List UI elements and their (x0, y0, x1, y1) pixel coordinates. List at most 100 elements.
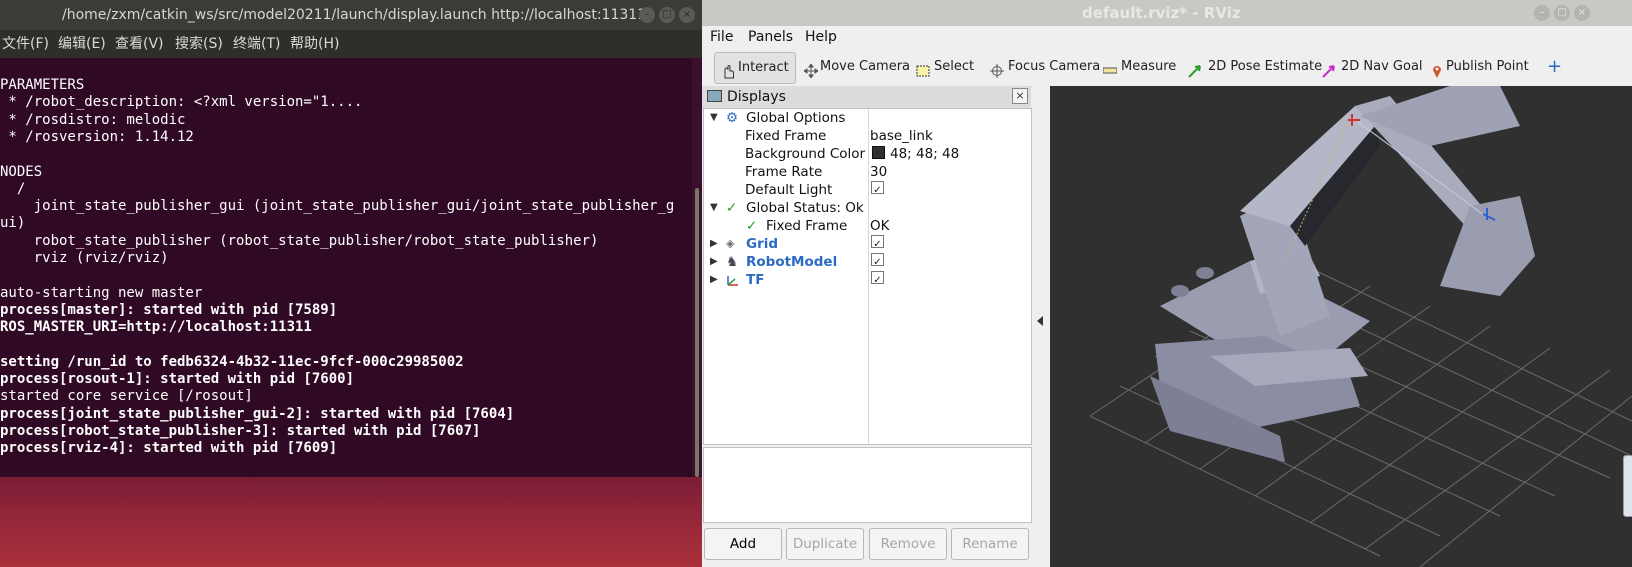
tree-row-fixed-frame[interactable]: Fixed Frame base_link (704, 127, 1031, 145)
expand-arrow-icon[interactable]: ▶ (710, 253, 718, 271)
terminal-line: * /rosdistro: melodic (0, 111, 186, 128)
gear-icon: ⚙ (726, 110, 739, 126)
terminal-line: PARAMETERS (0, 77, 85, 93)
close-icon[interactable]: × (1574, 5, 1590, 21)
rviz-menubar: File Panels Help (702, 26, 1632, 48)
tool-move-camera[interactable]: Move Camera (798, 52, 910, 82)
close-icon[interactable]: × (679, 7, 695, 23)
tool-interact[interactable]: Interact (714, 52, 796, 84)
minimize-icon[interactable]: – (639, 7, 655, 23)
menu-panels[interactable]: Panels (748, 26, 793, 48)
menu-search[interactable]: 搜索(S) (175, 30, 223, 58)
terminal-line: * /rosversion: 1.14.12 (0, 128, 194, 145)
add-button[interactable]: Add (704, 528, 782, 560)
terminal-line: * /robot_description: <?xml version="1..… (0, 94, 363, 111)
rviz-window: default.rviz* - RViz – □ × File Panels H… (702, 0, 1632, 567)
property-value[interactable]: base_link (870, 127, 933, 145)
tree-row-default-light[interactable]: Default Light ✓ (704, 181, 1031, 199)
terminal-menubar: 文件(F) 编辑(E) 查看(V) 搜索(S) 终端(T) 帮助(H) (0, 30, 702, 58)
scene-render (1089, 86, 1632, 567)
terminal-line: process[rviz-4]: started with pid [7609] (0, 440, 338, 457)
tool-label: Move Camera (820, 59, 911, 74)
terminal-window: /home/zxm/catkin_ws/src/model20211/launc… (0, 0, 702, 567)
rviz-titlebar: default.rviz* - RViz – □ × (702, 0, 1632, 26)
terminal-line: joint_state_publisher_gui (joint_state_p… (0, 198, 675, 215)
expand-arrow-icon[interactable]: ▶ (710, 271, 718, 289)
property-description-box (703, 447, 1032, 523)
tf-checkbox[interactable]: ✓ (871, 271, 884, 286)
grid-checkbox[interactable]: ✓ (871, 235, 884, 250)
grid-icon: ◈ (726, 237, 735, 250)
3d-viewport[interactable] (1050, 86, 1632, 567)
expand-arrow-icon[interactable]: ▼ (710, 109, 718, 127)
menu-help[interactable]: Help (805, 26, 837, 48)
check-icon: ✓ (726, 200, 738, 216)
tool-focus-camera[interactable]: Focus Camera (984, 52, 1100, 82)
terminal-line: ROS_MASTER_URI=http://localhost:11311 (0, 319, 312, 336)
panel-splitter[interactable] (1032, 86, 1050, 567)
tree-label: Global Options (746, 110, 846, 126)
collapse-arrow-icon[interactable] (1037, 316, 1043, 326)
focus-camera-icon (990, 60, 1004, 78)
terminal-output[interactable]: PARAMETERS * /robot_description: <?xml v… (0, 58, 692, 534)
side-handle[interactable] (1623, 455, 1632, 517)
expand-arrow-icon[interactable]: ▶ (710, 235, 718, 253)
tree-row-robot-model[interactable]: ▶ ♞ RobotModel ✓ (704, 253, 1031, 271)
display-name: RobotModel (746, 254, 838, 270)
menu-edit[interactable]: 编辑(E) (58, 30, 106, 58)
terminal-line: / (0, 180, 26, 197)
displays-tree: ▼ ⚙ Global Options Fixed Frame base_link… (703, 108, 1032, 445)
axes-icon (726, 271, 740, 292)
tool-label: Measure (1121, 59, 1177, 74)
color-swatch[interactable] (872, 145, 890, 163)
close-icon[interactable]: × (1012, 88, 1028, 104)
tree-row-status-fixed-frame[interactable]: ✓ Fixed Frame OK (704, 217, 1031, 235)
tree-row-grid[interactable]: ▶ ◈ Grid ✓ (704, 235, 1031, 253)
property-label: Background Color (745, 146, 866, 162)
scrollbar-thumb[interactable] (695, 188, 699, 477)
ruler-icon (1102, 60, 1118, 74)
monitor-icon (707, 90, 722, 102)
default-light-checkbox[interactable]: ✓ (871, 181, 884, 196)
terminal-line: NODES (0, 163, 43, 180)
excavator-model (1150, 86, 1535, 462)
property-label: Frame Rate (745, 164, 823, 180)
menu-file[interactable]: File (710, 26, 733, 48)
rviz-title: default.rviz* - RViz (1082, 4, 1241, 22)
menu-terminal[interactable]: 终端(T) (233, 30, 280, 58)
remove-button[interactable]: Remove (869, 528, 947, 560)
property-value[interactable]: 30 (870, 163, 887, 181)
tool-select[interactable]: Select (910, 52, 980, 82)
robot-model-checkbox[interactable]: ✓ (871, 253, 884, 268)
desktop-strip (0, 477, 702, 567)
tool-measure[interactable]: Measure (1097, 52, 1177, 82)
menu-view[interactable]: 查看(V) (115, 30, 164, 58)
maximize-icon[interactable]: □ (659, 7, 675, 23)
tool-2d-nav-goal[interactable]: 2D Nav Goal (1316, 52, 1423, 82)
tree-row-frame-rate[interactable]: Frame Rate 30 (704, 163, 1031, 181)
maximize-icon[interactable]: □ (1554, 5, 1570, 21)
rename-button[interactable]: Rename (951, 528, 1029, 560)
terminal-line: process[master]: started with pid [7589] (0, 301, 338, 318)
tool-label: Publish Point (1446, 59, 1529, 74)
tree-row-background-color[interactable]: Background Color 48; 48; 48 (704, 145, 1031, 163)
tree-row-global-status[interactable]: ▼ ✓ Global Status: Ok (704, 199, 1031, 217)
tool-2d-pose-estimate[interactable]: 2D Pose Estimate (1182, 52, 1322, 82)
expand-arrow-icon[interactable]: ▼ (710, 199, 718, 217)
terminal-line: robot_state_publisher (robot_state_publi… (0, 232, 599, 249)
display-name: Grid (746, 236, 779, 252)
tool-publish-point[interactable]: Publish Point (1424, 52, 1529, 82)
pose-arrow-icon (1188, 60, 1202, 78)
menu-help[interactable]: 帮助(H) (290, 30, 339, 58)
terminal-scrollbar[interactable] (692, 58, 702, 477)
displays-panel-header: Displays (702, 86, 1031, 109)
tree-row-tf[interactable]: ▶ TF ✓ (704, 271, 1031, 289)
nav-goal-arrow-icon (1322, 60, 1336, 78)
terminal-line: rviz (rviz/rviz) (0, 250, 169, 266)
property-value[interactable]: 48; 48; 48 (890, 145, 959, 163)
minimize-icon[interactable]: – (1534, 5, 1550, 21)
menu-file[interactable]: 文件(F) (2, 30, 49, 58)
duplicate-button[interactable]: Duplicate (786, 528, 864, 560)
tree-row-global-options[interactable]: ▼ ⚙ Global Options (704, 109, 1031, 127)
add-tool-icon[interactable]: + (1547, 52, 1563, 82)
